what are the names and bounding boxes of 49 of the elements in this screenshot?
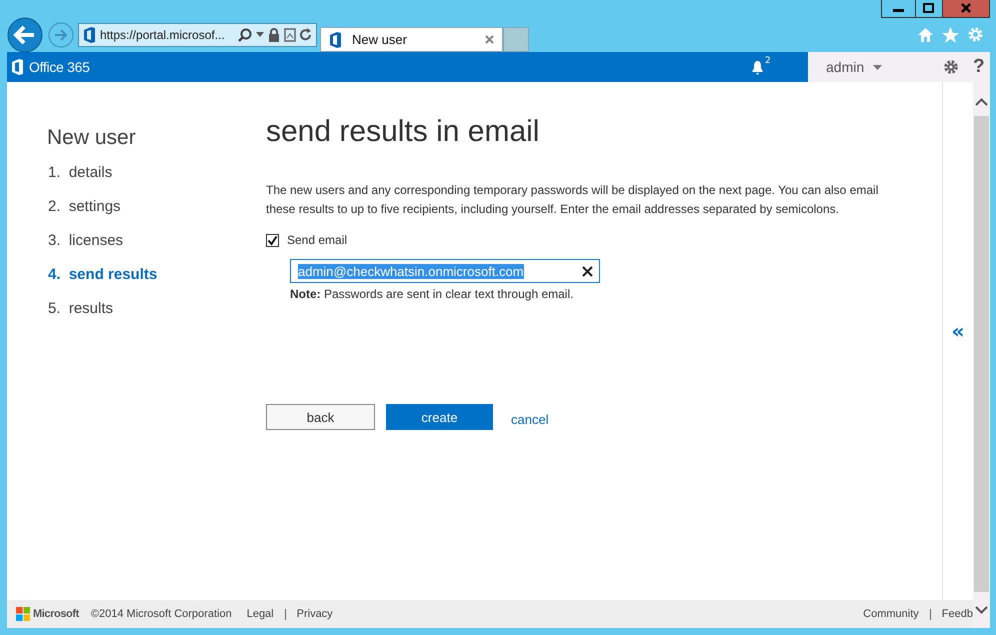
wizard-title: New user	[47, 126, 137, 150]
settings-icon[interactable]	[943, 59, 959, 75]
description-text: The new users and any corresponding temporary passwords will be displayed on the next page. You can also email these results to up to five recipients, including yourself. Enter the email addresses separated by semicolons.	[266, 182, 880, 218]
checkbox[interactable]	[266, 234, 279, 246]
checkbox-label: Send email	[287, 233, 348, 247]
wizard-step[interactable]: 2. settings	[47, 198, 266, 232]
clear-icon[interactable]	[582, 266, 593, 276]
microsoft-logo-icon	[16, 607, 30, 621]
wizard-step[interactable]: 4. send results	[47, 266, 266, 300]
back-button[interactable]: back	[266, 404, 375, 430]
scroll-down-icon[interactable]	[975, 606, 988, 614]
page-heading: send results in email	[266, 115, 540, 149]
compatibility-icon[interactable]	[284, 28, 296, 42]
lock-icon[interactable]	[268, 28, 280, 42]
browser-tab[interactable]: New user	[320, 27, 503, 52]
refresh-icon[interactable]	[300, 28, 312, 41]
cancel-link[interactable]: cancel	[511, 412, 549, 426]
search-icon[interactable]	[238, 28, 252, 42]
company-name: Microsoft	[33, 608, 79, 620]
tab-title: New user	[352, 32, 408, 47]
dropdown-icon[interactable]	[256, 32, 264, 37]
office-logo-icon	[11, 59, 24, 75]
product-name: Office 365	[29, 59, 90, 75]
footer-link[interactable]: Community	[863, 608, 919, 620]
bell-icon[interactable]	[751, 60, 764, 74]
footer-link[interactable]: Feedb	[942, 608, 973, 620]
user-menu[interactable]: admin	[813, 59, 926, 75]
close-icon[interactable]	[942, 0, 989, 17]
star-icon[interactable]	[942, 26, 959, 42]
notification-count: 2	[765, 56, 771, 66]
note-text: Note: Passwords are sent in clear text through email.	[290, 287, 574, 301]
address-bar[interactable]: https://portal.microsof...	[78, 22, 317, 46]
wizard-step[interactable]: 1. details	[47, 164, 266, 198]
scroll-up-icon[interactable]	[975, 98, 988, 106]
back-icon[interactable]	[7, 16, 43, 52]
page-icon	[83, 26, 96, 42]
copyright-text: ©2014 Microsoft Corporation	[90, 608, 232, 620]
help-button[interactable]: ?	[973, 56, 985, 78]
expand-panel-button[interactable]: «	[952, 319, 964, 343]
footer-link[interactable]: Privacy	[296, 608, 333, 620]
scrollbar-thumb[interactable]	[974, 116, 989, 592]
close-icon[interactable]	[485, 35, 494, 44]
page-icon	[329, 32, 342, 48]
caret-icon	[873, 64, 882, 70]
wizard-step[interactable]: 5. results	[47, 300, 266, 334]
footer-link[interactable]: Legal	[246, 608, 274, 620]
address-text: https://portal.microsof...	[100, 28, 226, 42]
wizard-step[interactable]: 3. licenses	[47, 232, 266, 266]
create-button[interactable]: create	[386, 404, 493, 430]
